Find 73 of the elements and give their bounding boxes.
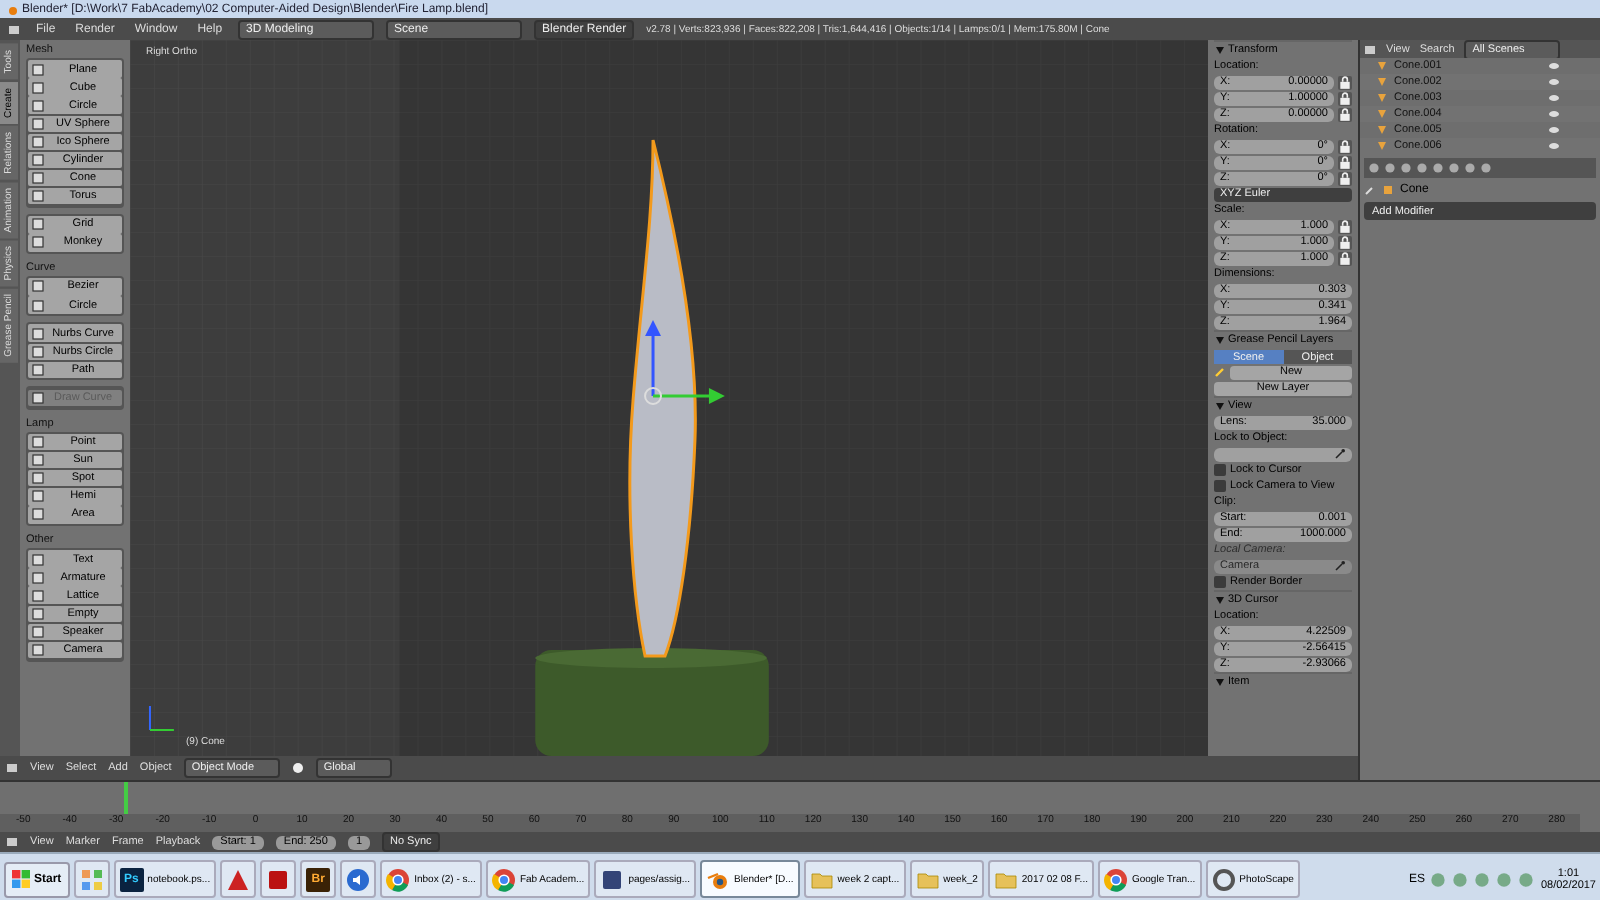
triangle-icon[interactable] (1214, 594, 1226, 606)
browser-icon (491, 867, 516, 891)
browser-icon (386, 867, 411, 891)
triangle-icon[interactable] (1214, 44, 1226, 56)
padlock-icon[interactable] (1338, 139, 1352, 153)
square-icon (32, 154, 44, 167)
padlock-icon[interactable] (1338, 235, 1352, 249)
folder-icon (809, 867, 834, 891)
move-gizmo[interactable] (644, 320, 725, 405)
pencil-icon[interactable] (1214, 366, 1226, 378)
square-icon (32, 99, 44, 112)
square-icon (32, 81, 44, 94)
cube-icon (1382, 184, 1394, 196)
ring-icon (1211, 867, 1236, 891)
editor-type-icon[interactable] (8, 23, 20, 35)
square-icon (32, 391, 44, 404)
window-icon (600, 867, 625, 891)
padlock-icon[interactable] (1338, 251, 1352, 265)
square-icon (32, 190, 44, 203)
speaker-icon (346, 867, 371, 891)
square-icon (32, 454, 44, 467)
square-icon (32, 299, 44, 312)
blender-logo-icon (6, 3, 18, 15)
taskbar-button[interactable] (340, 860, 377, 898)
padlock-icon[interactable] (1338, 155, 1352, 169)
folder-icon (915, 867, 940, 891)
square-icon (32, 172, 44, 185)
padlock-icon[interactable] (1338, 75, 1352, 89)
flame-mesh[interactable] (628, 138, 697, 658)
grid-icon (79, 867, 104, 891)
square-icon (32, 363, 44, 376)
taskbar-button[interactable] (220, 860, 257, 898)
axis-indicator-icon (148, 705, 175, 731)
browser-icon (1103, 867, 1128, 891)
square-icon (32, 553, 44, 566)
padlock-icon[interactable] (1338, 219, 1352, 233)
eyedropper-icon[interactable] (1334, 448, 1346, 460)
triangle-icon[interactable] (1214, 676, 1226, 688)
checkbox[interactable] (1214, 464, 1226, 476)
padlock-icon[interactable] (1338, 171, 1352, 185)
padlock-icon[interactable] (1338, 107, 1352, 121)
blender-logo-icon (706, 867, 731, 891)
sphere-icon[interactable] (291, 762, 304, 774)
square-icon (32, 345, 44, 358)
square-icon (32, 472, 44, 485)
square-icon (32, 436, 44, 449)
taskbar-button[interactable] (73, 860, 110, 898)
square-icon (32, 508, 44, 521)
square-icon (32, 280, 44, 293)
square-icon (32, 63, 44, 76)
editor-type-icon[interactable] (1364, 43, 1376, 55)
editor-type-icon[interactable] (6, 762, 18, 774)
square-icon (32, 571, 44, 584)
square-icon (32, 117, 44, 130)
taskbar-button[interactable] (260, 860, 297, 898)
square-icon (32, 625, 44, 638)
square-icon (32, 589, 44, 602)
square-icon (32, 327, 44, 340)
checkbox[interactable] (1214, 576, 1226, 588)
square-icon (32, 643, 44, 656)
checkbox[interactable] (1214, 480, 1226, 492)
square-icon (32, 607, 44, 620)
triangle-logo-icon (226, 867, 251, 891)
square-icon (32, 490, 44, 503)
windows-logo-icon (12, 870, 30, 888)
triangle-icon[interactable] (1214, 400, 1226, 412)
padlock-icon[interactable] (1338, 91, 1352, 105)
square-icon (32, 218, 44, 231)
square-icon (32, 236, 44, 249)
editor-type-icon[interactable] (6, 836, 18, 848)
folder-icon (993, 867, 1018, 891)
square-icon (32, 135, 44, 148)
triangle-icon[interactable] (1214, 334, 1226, 346)
